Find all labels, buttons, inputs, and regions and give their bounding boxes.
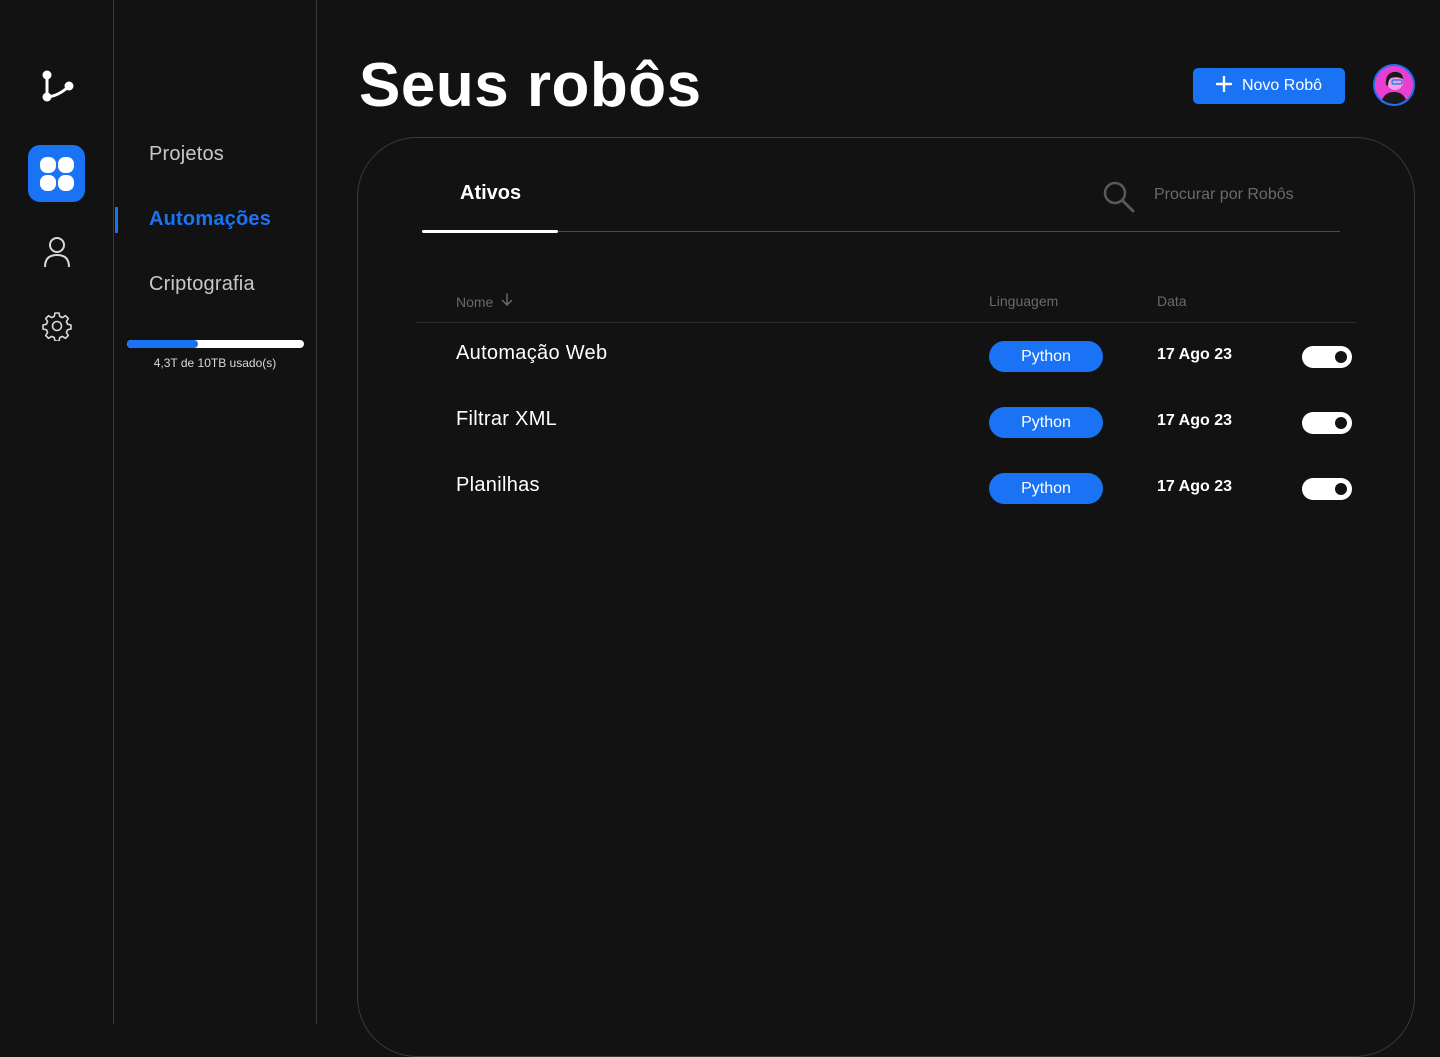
column-header-language[interactable]: Linguagem: [989, 293, 1058, 309]
storage-progress-fill: [127, 340, 198, 348]
sidebar-item-automacoes[interactable]: Automações: [149, 208, 271, 231]
robot-name: Automação Web: [456, 342, 608, 364]
active-nav-indicator: [115, 207, 118, 233]
icon-rail: [0, 0, 114, 1024]
storage-progress-bar: [127, 340, 304, 348]
new-robot-button[interactable]: Novo Robô: [1193, 68, 1345, 104]
column-header-name[interactable]: Nome: [456, 293, 513, 310]
table-row[interactable]: Filtrar XML Python 17 Ago 23: [358, 403, 1416, 443]
robot-active-toggle[interactable]: [1302, 412, 1352, 434]
column-header-name-label: Nome: [456, 293, 494, 310]
avatar[interactable]: [1373, 64, 1415, 106]
toggle-knob: [1335, 417, 1347, 429]
plus-icon: [1215, 75, 1233, 97]
robot-name: Planilhas: [456, 474, 540, 496]
sidebar: Projetos Automações Criptografia 4,3T de…: [115, 0, 317, 1024]
robot-name: Filtrar XML: [456, 408, 558, 430]
toggle-knob: [1335, 351, 1347, 363]
search-icon[interactable]: [1102, 180, 1136, 219]
language-badge: Python: [989, 473, 1103, 504]
language-badge: Python: [989, 407, 1103, 438]
robot-date: 17 Ago 23: [1157, 346, 1232, 363]
user-icon[interactable]: [28, 223, 85, 280]
tab-ativos[interactable]: Ativos: [460, 182, 521, 205]
robots-panel: Ativos Nome Linguagem Data Automação Web…: [357, 137, 1415, 1057]
active-tab-underline: [422, 230, 558, 233]
page-title: Seus robôs: [359, 51, 702, 120]
table-header-divider: [416, 322, 1356, 323]
robot-active-toggle[interactable]: [1302, 478, 1352, 500]
robot-date: 17 Ago 23: [1157, 478, 1232, 495]
language-badge: Python: [989, 341, 1103, 372]
sort-arrow-down-icon: [501, 293, 513, 310]
table-row[interactable]: Planilhas Python 17 Ago 23: [358, 469, 1416, 509]
apps-grid-icon[interactable]: [28, 145, 85, 202]
table-row[interactable]: Automação Web Python 17 Ago 23: [358, 337, 1416, 377]
sidebar-item-criptografia[interactable]: Criptografia: [149, 273, 255, 296]
robot-active-toggle[interactable]: [1302, 346, 1352, 368]
storage-usage-text: 4,3T de 10TB usado(s): [153, 356, 277, 370]
column-header-date[interactable]: Data: [1157, 293, 1187, 309]
toggle-knob: [1335, 483, 1347, 495]
robot-date: 17 Ago 23: [1157, 412, 1232, 429]
tabs-divider: [422, 231, 1340, 232]
search-input[interactable]: [1154, 182, 1344, 208]
branch-logo-icon[interactable]: [28, 57, 85, 114]
sidebar-item-projetos[interactable]: Projetos: [149, 143, 224, 166]
settings-gear-icon[interactable]: [28, 297, 85, 354]
new-robot-button-label: Novo Robô: [1241, 77, 1323, 94]
